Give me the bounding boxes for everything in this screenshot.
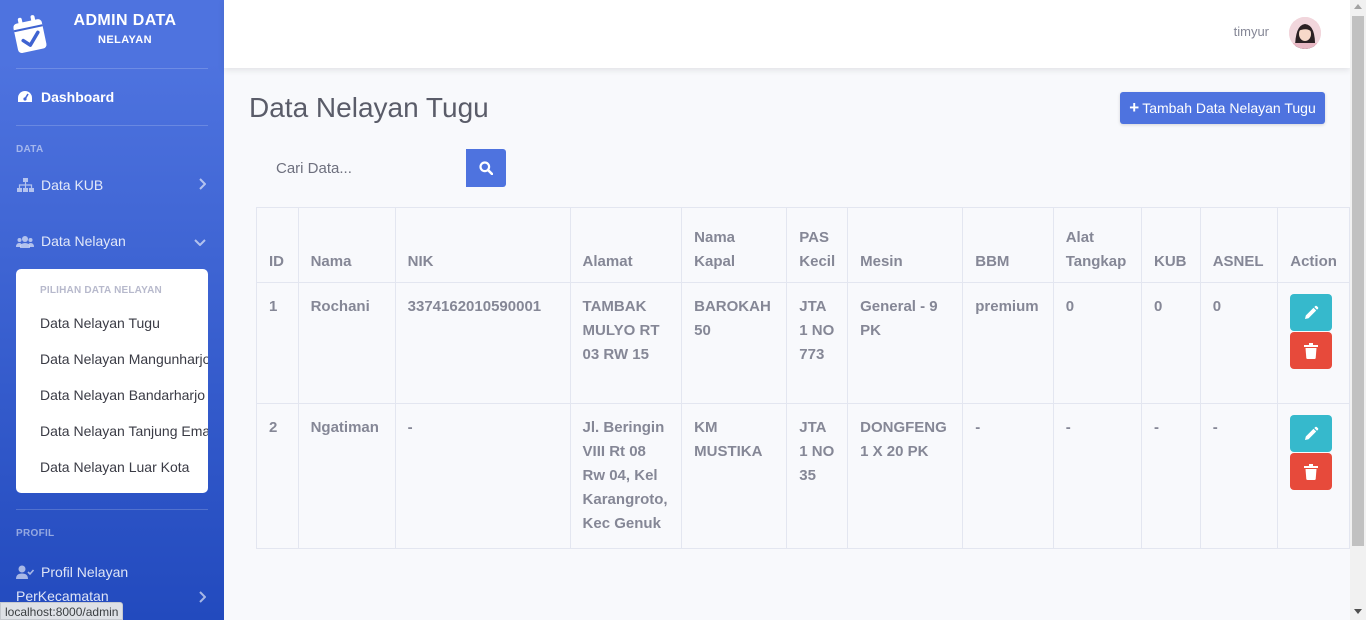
column-header: KUB (1141, 207, 1201, 283)
sitemap-icon (16, 178, 34, 192)
table-cell: 0 (1052, 282, 1143, 404)
column-header: ID (256, 207, 299, 283)
page-scrollbar[interactable] (1350, 0, 1366, 620)
submenu-item-luar-kota[interactable]: Data Nelayan Luar Kota (16, 452, 208, 488)
add-nelayan-button[interactable]: + Tambah Data Nelayan Tugu (1120, 92, 1325, 124)
browser-status-bar: localhost:8000/admin (0, 602, 124, 620)
table-cell: 0 (1141, 282, 1201, 404)
table-cell: TAMBAK MULYO RT 03 RW 15 (569, 282, 683, 404)
table-cell: - (1199, 403, 1279, 549)
table-cell: Ngatiman (297, 403, 396, 549)
column-header: PAS Kecil (786, 207, 849, 283)
chevron-right-icon (198, 177, 207, 193)
table-cell: - (962, 403, 1054, 549)
delete-button[interactable] (1290, 453, 1333, 490)
sidebar-item-data-kub[interactable]: Data KUB (0, 161, 224, 209)
edit-button[interactable] (1290, 415, 1333, 452)
column-header: Nama (297, 207, 396, 283)
scroll-thumb[interactable] (1352, 16, 1364, 546)
add-button-label: Tambah Data Nelayan Tugu (1142, 100, 1316, 116)
avatar[interactable] (1289, 17, 1321, 49)
column-header: Nama Kapal (681, 207, 788, 283)
table-cell: General - 9 PK (847, 282, 964, 404)
table-cell: - (1052, 403, 1143, 549)
users-icon (16, 234, 34, 248)
search-icon (479, 161, 493, 175)
column-header: ASNEL (1199, 207, 1279, 283)
sidebar-heading-data: DATA (16, 144, 44, 155)
trash-icon (1304, 463, 1319, 480)
column-header: Mesin (847, 207, 964, 283)
table-cell: DONGFENG 1 X 20 PK (847, 403, 964, 549)
topbar: timyur (224, 0, 1350, 68)
sidebar-divider (16, 509, 208, 510)
sidebar-item-label: Data Nelayan (41, 233, 126, 249)
table-cell: KM MUSTIKA (681, 403, 788, 549)
table-cell: 0 (1199, 282, 1279, 404)
table-cell: JTA 1 NO 773 (786, 282, 849, 404)
brand-line1: ADMIN DATA (73, 12, 177, 29)
chevron-down-icon (194, 233, 206, 249)
table-cell: - (1141, 403, 1201, 549)
sidebar-item-data-nelayan[interactable]: Data Nelayan (0, 217, 224, 265)
sidebar-item-label: Data KUB (41, 177, 104, 193)
table-cell: Rochani (297, 282, 396, 404)
search-input[interactable] (257, 149, 467, 187)
nelayan-table: ID Nama NIK Alamat Nama Kapal PAS Kecil … (256, 207, 1350, 549)
pencil-icon (1305, 426, 1319, 440)
column-header: Action (1277, 207, 1350, 283)
table-cell: 3374162010590001 (394, 282, 571, 404)
action-cell (1277, 282, 1350, 404)
edit-button[interactable] (1290, 294, 1333, 331)
sidebar-divider (16, 125, 208, 126)
scroll-down-arrow[interactable] (1354, 609, 1362, 614)
table-cell: premium (962, 282, 1054, 404)
action-cell (1277, 403, 1350, 549)
submenu-header: PILIHAN DATA NELAYAN (40, 285, 162, 296)
submenu-item-tanjung-emas[interactable]: Data Nelayan Tanjung Emas (16, 416, 208, 452)
sidebar-item-label: Dashboard (41, 89, 115, 105)
column-header: Alat Tangkap (1052, 207, 1143, 283)
table-header-row: ID Nama NIK Alamat Nama Kapal PAS Kecil … (256, 207, 1350, 283)
submenu-item-bandarharjo[interactable]: Data Nelayan Bandarharjo (16, 380, 208, 416)
pencil-icon (1305, 305, 1319, 319)
table-cell: 1 (256, 282, 299, 404)
brand-line2: NELAYAN (98, 34, 152, 46)
data-nelayan-submenu: PILIHAN DATA NELAYAN Data Nelayan Tugu D… (16, 269, 208, 493)
table-row: 1 Rochani 3374162010590001 TAMBAK MULYO … (256, 282, 1350, 404)
user-name[interactable]: timyur (1234, 24, 1269, 39)
plus-icon: + (1129, 98, 1140, 117)
table-cell: Jl. Beringin VIII Rt 08 Rw 04, Kel Karan… (569, 403, 683, 549)
table-cell: 2 (256, 403, 299, 549)
table-cell: BAROKAH 50 (681, 282, 788, 404)
user-check-icon (16, 565, 34, 579)
brand-text: ADMIN DATA NELAYAN (66, 12, 184, 50)
sidebar-heading-profil: PROFIL (16, 528, 55, 539)
delete-button[interactable] (1290, 332, 1333, 369)
column-header: NIK (394, 207, 571, 283)
chevron-right-icon (198, 586, 207, 610)
sidebar: ADMIN DATA NELAYAN Dashboard DATA Data K… (0, 0, 224, 620)
submenu-item-mangunharjo[interactable]: Data Nelayan Mangunharjo (16, 344, 208, 380)
calendar-check-icon (13, 15, 47, 54)
tachometer-icon (16, 90, 34, 104)
trash-icon (1304, 342, 1319, 359)
submenu-item-tugu[interactable]: Data Nelayan Tugu (16, 308, 208, 344)
sidebar-item-label: Profil Nelayan (41, 564, 129, 580)
column-header: Alamat (569, 207, 683, 283)
sidebar-item-dashboard[interactable]: Dashboard (0, 69, 224, 125)
column-header: BBM (962, 207, 1054, 283)
table-row: 2 Ngatiman - Jl. Beringin VIII Rt 08 Rw … (256, 403, 1350, 549)
table-cell: JTA 1 NO 35 (786, 403, 849, 549)
sidebar-brand[interactable]: ADMIN DATA NELAYAN (0, 0, 224, 68)
search-button[interactable] (466, 149, 506, 187)
table-cell: - (394, 403, 571, 549)
scroll-up-arrow[interactable] (1354, 4, 1362, 9)
page-title: Data Nelayan Tugu (249, 92, 489, 123)
